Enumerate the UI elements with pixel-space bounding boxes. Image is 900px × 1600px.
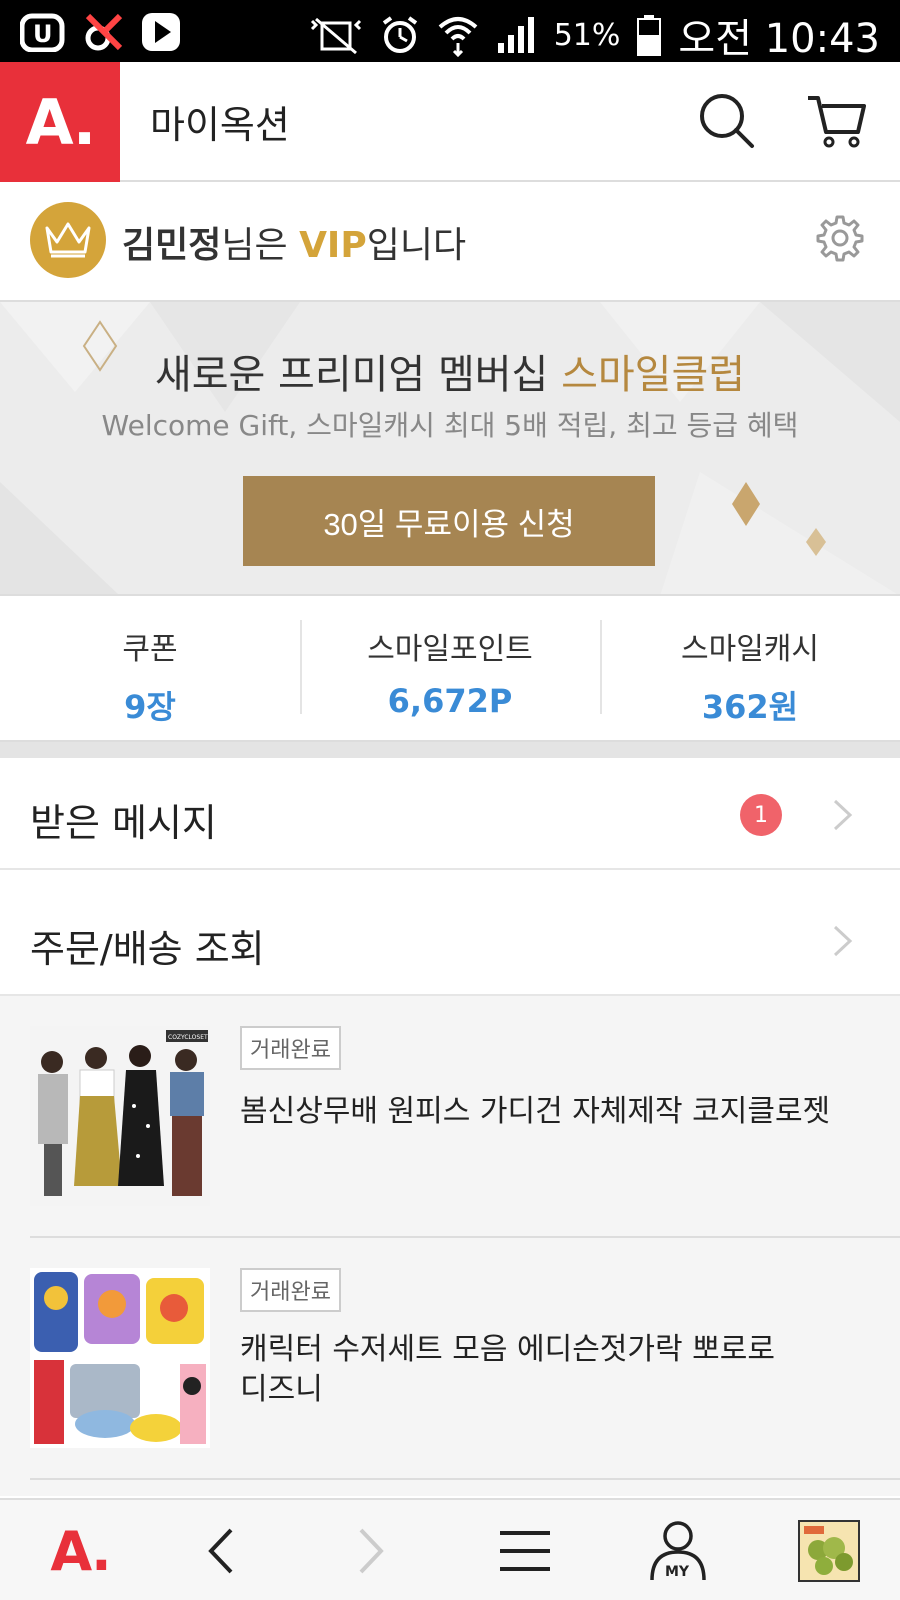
chevron-right-icon [833,925,853,957]
battery-percent: 51% [553,17,621,53]
menu-button[interactable] [490,1500,560,1600]
page-title: 마이옥션 [150,103,290,147]
wifi-icon [438,17,478,57]
order-list: COZYCLOSET 거래완료 봄신상무배 원피스 가디건 자체제작 코지클로젯… [0,996,900,1496]
order-title[interactable]: 캐릭터 수저세트 모음 에디슨젓가락 뽀로로 디즈니 [240,1330,860,1410]
svg-text:COZYCLOSET: COZYCLOSET [168,1034,208,1041]
bottom-navigation: A. MY [0,1498,900,1600]
alarm-icon [382,16,417,53]
auction-logo[interactable]: A. [0,62,120,182]
gear-icon[interactable] [816,214,864,262]
signal-icon [497,17,534,53]
recent-item-thumbnail[interactable] [794,1500,864,1600]
home-logo-button[interactable]: A. [30,1500,130,1600]
coupon-summary[interactable]: 쿠폰 9장 [0,596,300,740]
membership-banner: 새로운 프리미엄 멤버십 스마일클럽 Welcome Gift, 스마일캐시 최… [0,302,900,596]
vip-badge [30,202,106,278]
chevron-right-icon [833,799,853,831]
recent-product-image [798,1520,860,1582]
user-name: 김민정 [122,225,222,266]
points-summary: 쿠폰 9장 스마일포인트 6,672P 스마일캐시 362원 [0,596,900,742]
product-thumbnail[interactable]: COZYCLOSET [30,1026,210,1206]
forward-button[interactable] [342,1500,402,1600]
svg-text:MY: MY [665,1564,690,1580]
my-page-button[interactable]: MY [640,1500,716,1600]
user-greeting: 김민정님은 VIP입니다 [122,225,467,266]
section-divider [0,742,900,758]
order-status-badge: 거래완료 [240,1026,341,1070]
free-trial-button[interactable]: 30일 무료이용 신청 [243,476,655,566]
search-icon[interactable] [696,90,760,154]
user-icon: MY [650,1521,706,1581]
chevron-left-icon [208,1528,233,1574]
product-image: COZYCLOSET [30,1026,210,1206]
order-item[interactable]: 거래완료 캐릭터 수저세트 모음 에디슨젓가락 뽀로로 디즈니 [30,1238,870,1448]
app-header: A. 마이옥션 [0,62,900,182]
user-info-row: 김민정님은 VIP입니다 [0,182,900,302]
user-grade: VIP [299,225,367,266]
order-title[interactable]: 봄신상무배 원피스 가디건 자체제작 코지클로젯 [240,1092,860,1132]
hamburger-icon [500,1531,550,1571]
order-tracking-row[interactable]: 주문/배송 조회 [0,884,900,996]
banner-title: 새로운 프리미엄 멤버십 스마일클럽 [154,352,746,398]
status-bar: U 51% 오전 10:43 [0,0,900,62]
back-button[interactable] [190,1500,250,1600]
crown-icon [45,222,91,258]
product-thumbnail[interactable] [30,1268,210,1448]
svg-text:U: U [33,20,53,48]
cart-icon[interactable] [804,90,868,154]
messages-row[interactable]: 받은 메시지 1 [0,758,900,870]
divider [30,1478,900,1480]
message-count-badge: 1 [740,794,782,836]
no-app-icon [85,13,123,51]
clock: 오전 10:43 [678,16,880,62]
battery-icon [637,15,662,56]
banner-subtitle: Welcome Gift, 스마일캐시 최대 5배 적립, 최고 등급 혜택 [101,409,799,442]
order-status-badge: 거래완료 [240,1268,341,1312]
vibrate-mute-icon [310,17,361,55]
product-image [30,1268,210,1448]
smile-cash-summary[interactable]: 스마일캐시 362원 [600,596,900,740]
smile-point-summary[interactable]: 스마일포인트 6,672P [300,596,600,740]
play-icon [142,13,180,51]
uplus-icon: U [20,13,65,52]
order-item[interactable]: COZYCLOSET 거래완료 봄신상무배 원피스 가디건 자체제작 코지클로젯 [30,996,870,1206]
chevron-right-icon [359,1528,384,1574]
